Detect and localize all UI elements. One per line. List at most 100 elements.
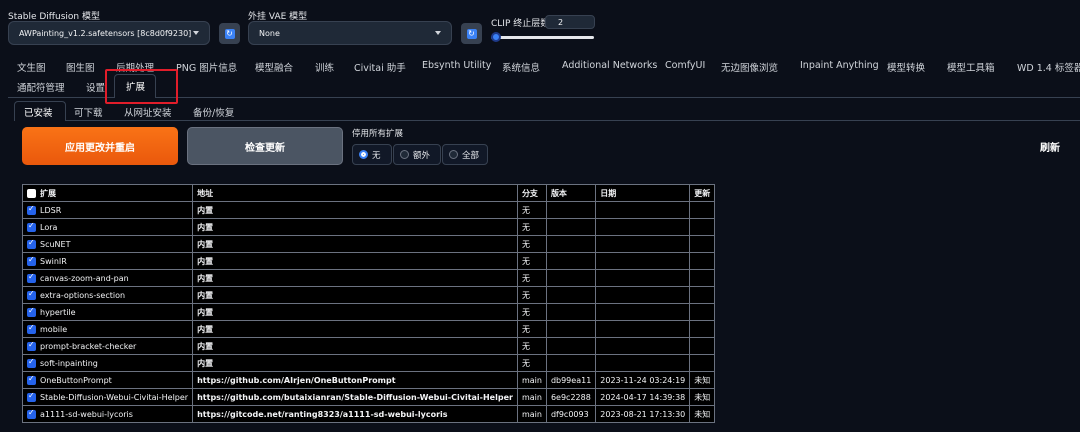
extension-checkbox[interactable] bbox=[27, 238, 36, 249]
tab-txt2img[interactable]: 文生图 bbox=[17, 60, 46, 74]
extension-checkbox[interactable] bbox=[27, 374, 36, 385]
version-cell bbox=[545, 218, 597, 236]
radio-none-label: 无 bbox=[372, 150, 381, 161]
branch-cell: 无 bbox=[516, 286, 547, 304]
extension-name-cell: OneButtonPrompt bbox=[21, 371, 194, 389]
check-updates-button[interactable]: 检查更新 bbox=[187, 127, 343, 165]
tab-wd14-tagger[interactable]: WD 1.4 标签器 bbox=[1017, 60, 1080, 74]
extension-checkbox[interactable] bbox=[27, 289, 36, 300]
extension-checkbox[interactable] bbox=[27, 391, 36, 402]
branch-cell: 无 bbox=[516, 201, 547, 219]
version-cell: df9c0093 bbox=[545, 405, 597, 423]
refresh-button[interactable]: 刷新 bbox=[1040, 139, 1060, 154]
table-row: a1111-sd-webui-lycorishttps://gitcode.ne… bbox=[21, 405, 716, 423]
table-row: ScuNET内置无 bbox=[21, 235, 716, 253]
header-date: 日期 bbox=[595, 184, 691, 202]
tab-image-browser[interactable]: 无边图像浏览 bbox=[721, 60, 778, 74]
url-cell: 内置 bbox=[192, 201, 518, 219]
tab-wildcards[interactable]: 通配符管理 bbox=[17, 80, 65, 94]
table-row: LDSR内置无 bbox=[21, 201, 716, 219]
chevron-down-icon bbox=[193, 31, 199, 35]
tab-comfyui[interactable]: ComfyUI bbox=[665, 60, 705, 71]
extension-checkbox[interactable] bbox=[27, 272, 36, 283]
version-cell bbox=[545, 320, 597, 338]
slider-knob[interactable] bbox=[491, 32, 501, 42]
extension-name-cell: hypertile bbox=[21, 303, 194, 321]
extension-name-cell: extra-options-section bbox=[21, 286, 194, 304]
extension-checkbox[interactable] bbox=[27, 408, 36, 419]
extension-name-cell: Lora bbox=[21, 218, 194, 236]
select-all-checkbox[interactable] bbox=[27, 188, 36, 198]
extensions-table: 扩展 地址 分支 版本 日期 更新 LDSR内置无Lora内置无ScuNET内置… bbox=[21, 184, 716, 423]
tab-civitai-helper[interactable]: Civitai 助手 bbox=[354, 60, 406, 74]
update-cell bbox=[689, 320, 716, 338]
date-cell: 2024-04-17 14:39:38 bbox=[595, 388, 691, 406]
tab-ebsynth[interactable]: Ebsynth Utility bbox=[422, 60, 491, 71]
radio-extra[interactable]: 额外 bbox=[393, 144, 441, 165]
radio-all-label: 全部 bbox=[462, 150, 480, 161]
clip-skip-slider[interactable] bbox=[491, 36, 594, 39]
sd-model-select[interactable]: AWPainting_v1.2.safetensors [8c8d0f9230] bbox=[8, 21, 210, 45]
tab-model-convert[interactable]: 模型转换 bbox=[887, 60, 925, 74]
header-extension: 扩展 bbox=[21, 184, 194, 202]
header-version: 版本 bbox=[545, 184, 597, 202]
tab-png-info[interactable]: PNG 图片信息 bbox=[176, 60, 237, 74]
extension-checkbox[interactable] bbox=[27, 221, 36, 232]
extension-checkbox[interactable] bbox=[27, 306, 36, 317]
vae-model-select[interactable]: None bbox=[248, 21, 452, 45]
update-cell bbox=[689, 303, 716, 321]
radio-all[interactable]: 全部 bbox=[442, 144, 488, 165]
url-cell: 内置 bbox=[192, 286, 518, 304]
date-cell: 2023-11-24 03:24:19 bbox=[595, 371, 691, 389]
date-cell bbox=[595, 235, 691, 253]
tab-system-info[interactable]: 系统信息 bbox=[502, 60, 540, 74]
branch-cell: 无 bbox=[516, 337, 547, 355]
table-row: extra-options-section内置无 bbox=[21, 286, 716, 304]
extension-name-cell: SwinIR bbox=[21, 252, 194, 270]
extension-checkbox[interactable] bbox=[27, 323, 36, 334]
url-cell: 内置 bbox=[192, 218, 518, 236]
tab-model-toolkit[interactable]: 模型工具箱 bbox=[947, 60, 995, 74]
branch-cell: 无 bbox=[516, 252, 547, 270]
tab-settings[interactable]: 设置 bbox=[86, 80, 105, 94]
extension-checkbox[interactable] bbox=[27, 340, 36, 351]
date-cell bbox=[595, 286, 691, 304]
tab-img2img[interactable]: 图生图 bbox=[66, 60, 95, 74]
branch-cell: main bbox=[516, 371, 547, 389]
update-cell: 未知 bbox=[689, 371, 716, 389]
clip-skip-input[interactable]: 2 bbox=[545, 15, 595, 29]
tab-additional-networks[interactable]: Additional Networks bbox=[562, 60, 657, 71]
url-cell: https://github.com/AIrjen/OneButtonPromp… bbox=[192, 371, 518, 389]
branch-cell: 无 bbox=[516, 218, 547, 236]
branch-cell: main bbox=[516, 405, 547, 423]
chevron-down-icon bbox=[435, 31, 441, 35]
version-cell bbox=[545, 337, 597, 355]
table-row: Lora内置无 bbox=[21, 218, 716, 236]
subtab-backup-restore[interactable]: 备份/恢复 bbox=[193, 105, 234, 119]
apply-and-restart-button[interactable]: 应用更改并重启 bbox=[22, 127, 178, 165]
date-cell bbox=[595, 269, 691, 287]
branch-cell: 无 bbox=[516, 269, 547, 287]
radio-none[interactable]: 无 bbox=[352, 144, 392, 165]
extension-name-cell: soft-inpainting bbox=[21, 354, 194, 372]
radio-extra-label: 额外 bbox=[413, 150, 431, 161]
sd-refresh-button[interactable]: ↻ bbox=[219, 23, 240, 44]
subtab-install-from-url[interactable]: 从网址安装 bbox=[124, 105, 172, 119]
branch-cell: main bbox=[516, 388, 547, 406]
date-cell bbox=[595, 201, 691, 219]
subtab-available[interactable]: 可下载 bbox=[74, 105, 103, 119]
tab-merge[interactable]: 模型融合 bbox=[255, 60, 293, 74]
version-cell bbox=[545, 303, 597, 321]
table-row: hypertile内置无 bbox=[21, 303, 716, 321]
extension-checkbox[interactable] bbox=[27, 204, 36, 215]
tab-train[interactable]: 训练 bbox=[315, 60, 334, 74]
extension-name-cell: ScuNET bbox=[21, 235, 194, 253]
version-cell bbox=[545, 201, 597, 219]
extension-checkbox[interactable] bbox=[27, 255, 36, 266]
table-row: canvas-zoom-and-pan内置无 bbox=[21, 269, 716, 287]
subtab-installed[interactable]: 已安装 bbox=[24, 105, 53, 119]
extension-name-cell: prompt-bracket-checker bbox=[21, 337, 194, 355]
tab-inpaint-anything[interactable]: Inpaint Anything bbox=[800, 60, 879, 71]
extension-checkbox[interactable] bbox=[27, 357, 36, 368]
vae-refresh-button[interactable]: ↻ bbox=[461, 23, 482, 44]
